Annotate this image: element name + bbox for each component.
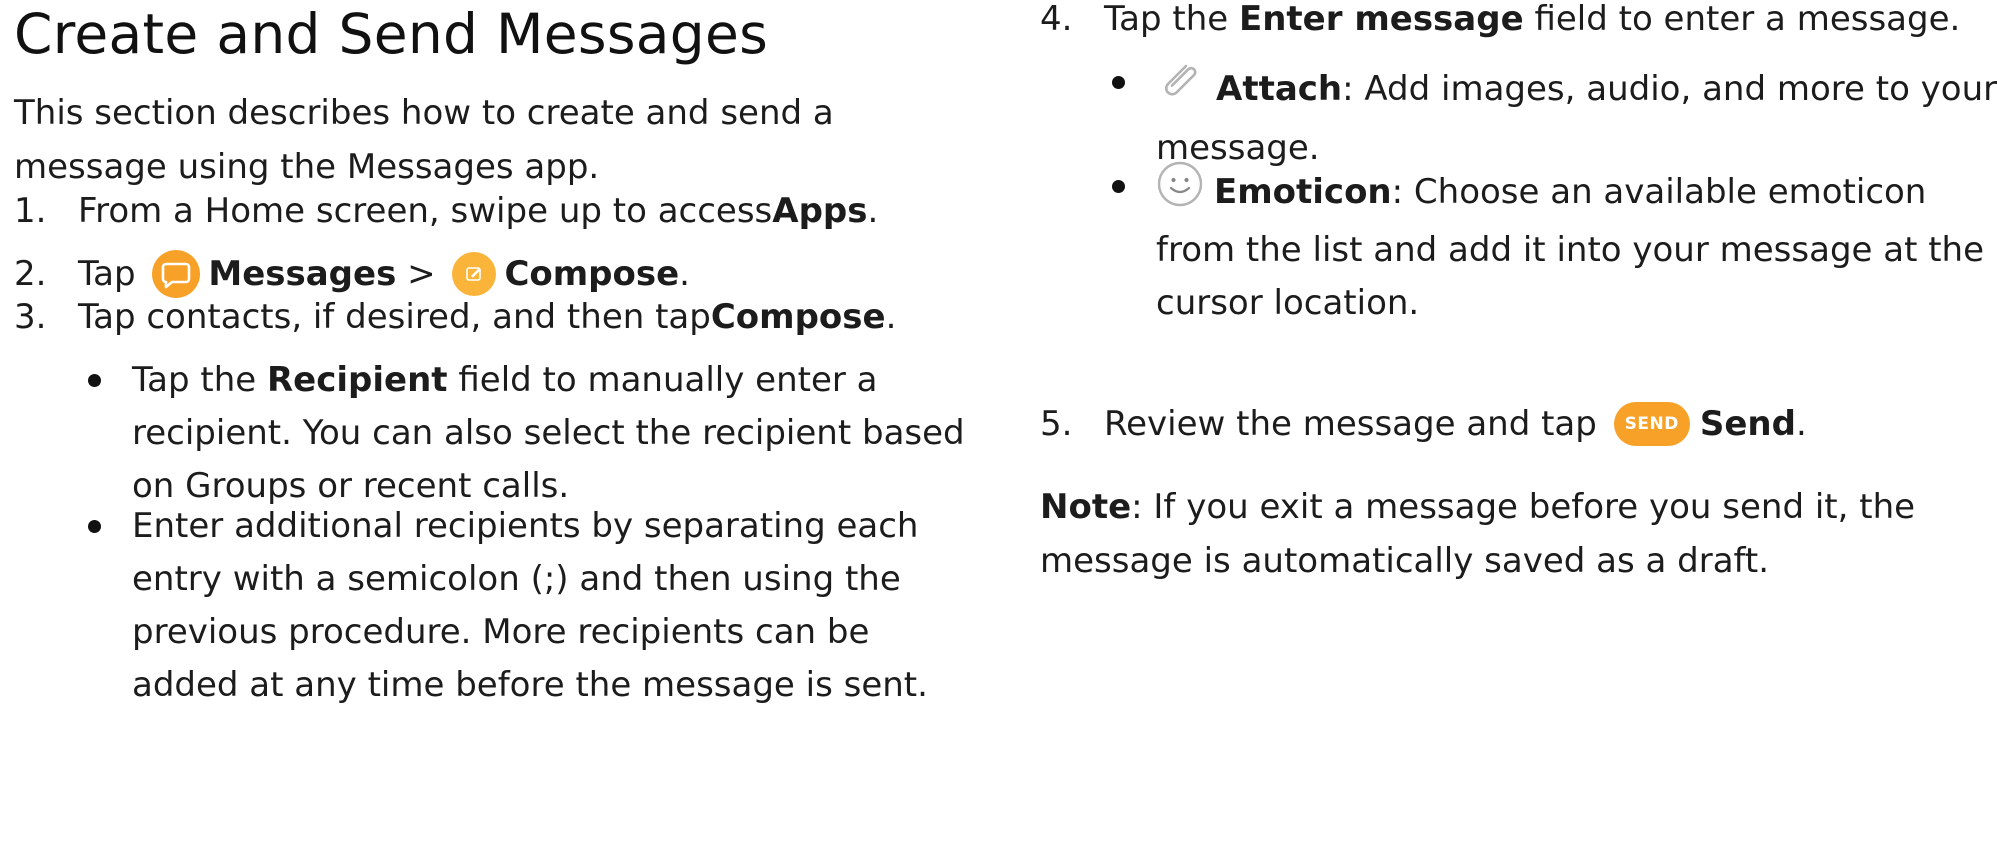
note-line-2: message is automatically saved as a draf… [1040, 541, 1770, 581]
intro-line-1: This section describes how to create and… [14, 93, 834, 133]
note: Note: If you exit a message before you s… [1040, 480, 1915, 588]
bullet-dot [88, 374, 101, 387]
page-title: Create and Send Messages [14, 2, 769, 66]
step-number: 1. [14, 191, 47, 231]
bullet-line: Tap the Recipient field to manually ente… [132, 354, 965, 407]
step-number: 5. [1040, 404, 1073, 444]
bullet-dot [1112, 76, 1125, 89]
bullet-dot [1112, 180, 1125, 193]
note-line-1: Note: If you exit a message before you s… [1040, 480, 1915, 534]
step-text: field to enter a message. [1523, 0, 1961, 39]
bullet-line: entry with a semicolon (;) and then usin… [132, 559, 901, 599]
attach-label: Attach [1216, 68, 1343, 109]
step-end: . [1795, 404, 1807, 444]
bullet-additional-recipients: Enter additional recipients by separatin… [88, 500, 928, 712]
step-text: Tap the [1104, 0, 1239, 39]
step-3: 3. Tap contacts, if desired, and then ta… [14, 290, 896, 344]
intro-text: This section describes how to create and… [14, 86, 834, 194]
bullet-line: added at any time before the message is … [132, 665, 928, 705]
send-label: Send [1699, 404, 1796, 444]
bullet-line: Attach : Add images, audio, and more to … [1156, 56, 1997, 122]
step-1: 1. From a Home screen, swipe up to acces… [14, 184, 878, 238]
step-text: Tap contacts, if desired, and then tap [78, 297, 711, 337]
step-bold: Apps [772, 191, 868, 231]
bullet-dot [88, 520, 101, 533]
bullet-line: from the list and add it into your messa… [1156, 230, 1985, 270]
bullet-text: : Add images, audio, and more to your [1342, 68, 1997, 109]
bullet-line: Emoticon : Choose an available emoticon [1156, 160, 1984, 224]
bullet-attach: Attach : Add images, audio, and more to … [1112, 56, 1997, 175]
step-text: Review the message and tap [1104, 404, 1608, 444]
step-5: 5. Review the message and tap SEND Send … [1040, 397, 1807, 451]
step-number: 3. [14, 297, 47, 337]
step-end: . [885, 297, 897, 337]
bullet-text: field to manually enter a [447, 360, 878, 400]
paperclip-icon [1156, 56, 1206, 122]
step-end: . [867, 191, 879, 231]
step-4: 4. Tap the Enter message field to enter … [1040, 0, 1960, 46]
bullet-text: Tap the [132, 360, 267, 400]
step-bold: Enter message [1238, 0, 1524, 39]
bullet-line: cursor location. [1156, 283, 1420, 323]
smiley-icon [1156, 160, 1204, 224]
send-button-icon: SEND [1613, 402, 1690, 446]
step-number: 4. [1040, 0, 1073, 39]
bullet-line: Enter additional recipients by separatin… [132, 506, 919, 546]
note-text: : If you exit a message before you send … [1131, 487, 1916, 527]
emoticon-label: Emoticon [1214, 171, 1392, 212]
bullet-line: recipient. You can also select the recip… [132, 413, 965, 453]
bullet-recipient: Tap the Recipient field to manually ente… [88, 354, 965, 513]
bullet-line: previous procedure. More recipients can … [132, 612, 870, 652]
step-text: From a Home screen, swipe up to access [78, 191, 773, 231]
bullet-text: : Choose an available emoticon [1391, 171, 1927, 212]
bullet-emoticon: Emoticon : Choose an available emoticon … [1112, 160, 1985, 330]
bullet-bold: Recipient [266, 360, 448, 400]
step-bold: Compose [710, 297, 886, 337]
note-label: Note [1040, 487, 1132, 527]
